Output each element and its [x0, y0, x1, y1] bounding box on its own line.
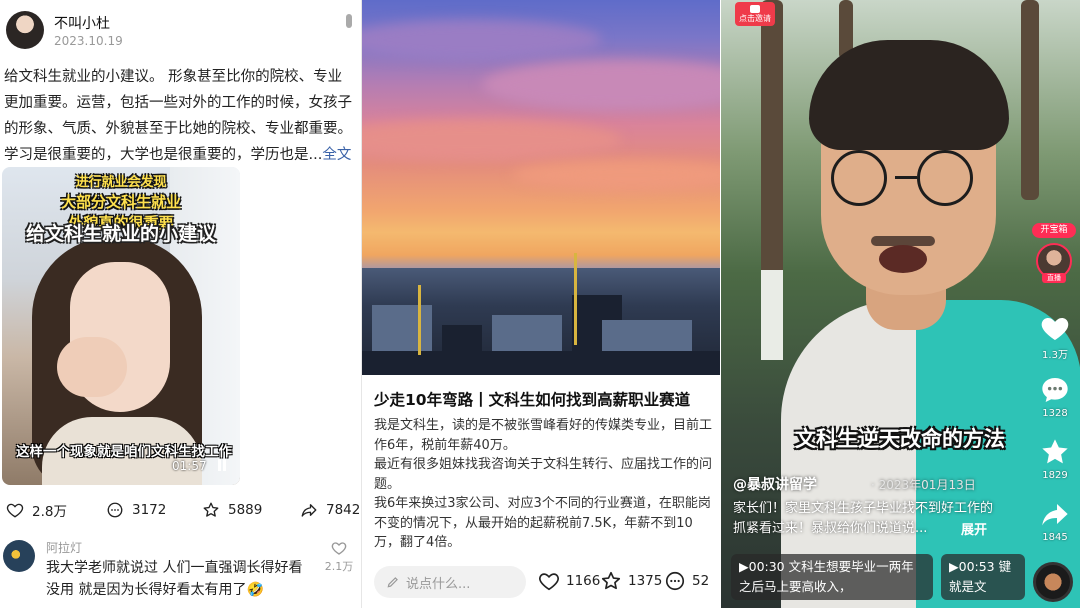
- favorite-count: 5889: [228, 502, 263, 518]
- share-icon: [1042, 504, 1068, 526]
- post-date: 2023.10.19: [54, 34, 123, 48]
- pencil-icon: [387, 577, 398, 588]
- heart-icon: [1041, 318, 1069, 340]
- cloud: [512, 160, 720, 190]
- comment-text: 我大学老师就说过 人们一直强调长得好看没用 就是因为长得好看太有用了🤣: [46, 560, 303, 598]
- avatar[interactable]: [6, 11, 44, 49]
- chapter-card[interactable]: ▶00:30 文科生想要毕业一两年之后马上要高收入，: [731, 554, 933, 600]
- favorite-count: 1375: [628, 573, 663, 589]
- post-panel-2: 少走10年弯路丨文科生如何找到高薪职业赛道 我是文科生，读的是不被张雪峰看好的传…: [361, 0, 720, 608]
- like-button[interactable]: 1166: [538, 570, 600, 592]
- comment-button[interactable]: 3172: [106, 498, 166, 522]
- like-count: 1.3万: [1042, 350, 1068, 361]
- favorite-count: 1829: [1042, 470, 1068, 481]
- comment-icon: [107, 502, 123, 518]
- live-tag: 直播: [1042, 273, 1066, 283]
- video-author[interactable]: @暴叔讲留学: [733, 474, 817, 494]
- post-body: 我是文科生，读的是不被张雪峰看好的传媒类专业，目前工作6年，税前年薪40万。 最…: [374, 416, 716, 553]
- figure-hand: [57, 337, 127, 397]
- glasses-lens: [917, 150, 973, 206]
- scroll-indicator: [346, 14, 352, 28]
- live-badge: 开宝箱: [1032, 223, 1076, 238]
- comment-input[interactable]: 说点什么...: [374, 566, 526, 598]
- post-text: 给文科生就业的小建议。 形象甚至比你的院校、专业更加重要。运营，包括一些对外的工…: [4, 64, 356, 168]
- app-badge[interactable]: 点击邀请: [735, 2, 775, 26]
- favorite-button[interactable]: 1375: [600, 570, 662, 592]
- glasses-lens: [831, 150, 887, 206]
- pause-icon[interactable]: [216, 459, 228, 471]
- share-count: 7842: [326, 502, 360, 518]
- star-icon: [203, 502, 219, 517]
- star-icon: [1042, 439, 1068, 464]
- post-image[interactable]: [362, 0, 720, 375]
- city-skyline: [362, 253, 720, 375]
- comment-icon: [665, 571, 685, 591]
- cloud: [482, 60, 720, 110]
- comment-like-count: 2.1万: [324, 560, 354, 573]
- post-body: 给文科生就业的小建议。 形象甚至比你的院校、专业更加重要。运营，包括一些对外的工…: [4, 69, 352, 163]
- comment-count: 3172: [132, 502, 167, 518]
- crane: [418, 285, 421, 355]
- share-count: 1845: [1042, 532, 1068, 543]
- comment-icon: [1042, 378, 1068, 402]
- cloud: [362, 120, 622, 160]
- post-title: 少走10年弯路丨文科生如何找到高薪职业赛道: [374, 391, 691, 409]
- share-icon: [301, 504, 317, 517]
- username[interactable]: 不叫小杜: [54, 13, 110, 33]
- video-banner: 文科生逆天改命的方法: [795, 427, 1005, 451]
- comment-button[interactable]: 52: [664, 570, 709, 592]
- like-button[interactable]: 2.8万: [6, 498, 67, 522]
- commenter-avatar[interactable]: [3, 540, 35, 572]
- comment-item: 阿拉灯 我大学老师就说过 人们一直强调长得好看没用 就是因为长得好看太有用了🤣 …: [0, 536, 360, 606]
- chapter-time: ▶00:30: [739, 559, 785, 574]
- video-caption-line1: 大部分文科生就业: [60, 193, 181, 211]
- figure-mouth: [879, 245, 927, 273]
- video-caption-title: 给文科生就业的小建议: [25, 223, 216, 245]
- cloud: [362, 20, 602, 60]
- figure-hair: [809, 40, 1009, 150]
- tree-trunk-paint: [761, 270, 783, 360]
- post-panel-1: 不叫小杜 2023.10.19 给文科生就业的小建议。 形象甚至比你的院校、专业…: [0, 0, 360, 608]
- post-header: 不叫小杜 2023.10.19: [4, 8, 354, 52]
- glasses-bridge: [895, 176, 917, 179]
- like-button[interactable]: 1.3万: [1033, 312, 1077, 361]
- post-paragraph: 我6年来换过3家公司、对应3个不同的行业赛道，在职能岗不变的情况下，从最开始的起…: [374, 496, 711, 550]
- favorite-button[interactable]: 5889: [202, 498, 262, 522]
- share-button[interactable]: 7842: [300, 498, 360, 522]
- comment-button[interactable]: 1328: [1033, 374, 1077, 419]
- video-subtitle: 这样一个现象就是咱们文科生找工作: [16, 444, 232, 460]
- comment-count: 1328: [1042, 408, 1068, 419]
- star-icon: [601, 571, 621, 590]
- post-actions: 2.8万 3172 5889 7842: [4, 498, 360, 522]
- video-caption-top: 进行就业会发现: [75, 175, 167, 190]
- video-date: · 2023年01月13日: [871, 478, 976, 492]
- video-panel-3[interactable]: 点击邀请 文科生逆天改命的方法 开宝箱 直播 1.3万 1328 1829 18…: [721, 0, 1080, 608]
- commenter-name[interactable]: 阿拉灯: [46, 539, 82, 556]
- expand-link[interactable]: 展开: [961, 519, 987, 538]
- post-action-bar: 说点什么... 1166 1375 52: [362, 562, 720, 602]
- like-count: 2.8万: [32, 504, 67, 520]
- heart-icon: [539, 573, 559, 591]
- post-paragraph: 最近有很多姐妹找我咨询关于文科生转行、应届找工作的问题。: [374, 457, 713, 492]
- comment-placeholder: 说点什么...: [406, 576, 471, 592]
- heart-icon: [6, 503, 24, 518]
- building-row: [362, 351, 720, 375]
- comment-like-button[interactable]: 2.1万: [324, 540, 354, 574]
- read-more-link[interactable]: 全文: [322, 147, 351, 163]
- video-duration: 01:57: [172, 459, 207, 473]
- chapter-card[interactable]: ▶00:53 键就是文: [941, 554, 1025, 600]
- tree-trunk: [1021, 0, 1039, 200]
- crane: [574, 253, 577, 345]
- heart-icon: [331, 542, 347, 555]
- post-paragraph: 我是文科生，读的是不被张雪峰看好的传媒类专业，目前工作6年，税前年薪40万。: [374, 418, 713, 453]
- music-disc-icon[interactable]: [1033, 562, 1073, 602]
- video-thumbnail[interactable]: 进行就业会发现 大部分文科生就业 外貌真的很重要 给文科生就业的小建议 这样一个…: [2, 167, 240, 485]
- like-count: 1166: [566, 573, 601, 589]
- comment-count: 52: [692, 573, 710, 589]
- share-button[interactable]: 1845: [1033, 498, 1077, 543]
- chapter-time: ▶00:53: [949, 559, 995, 574]
- favorite-button[interactable]: 1829: [1033, 436, 1077, 481]
